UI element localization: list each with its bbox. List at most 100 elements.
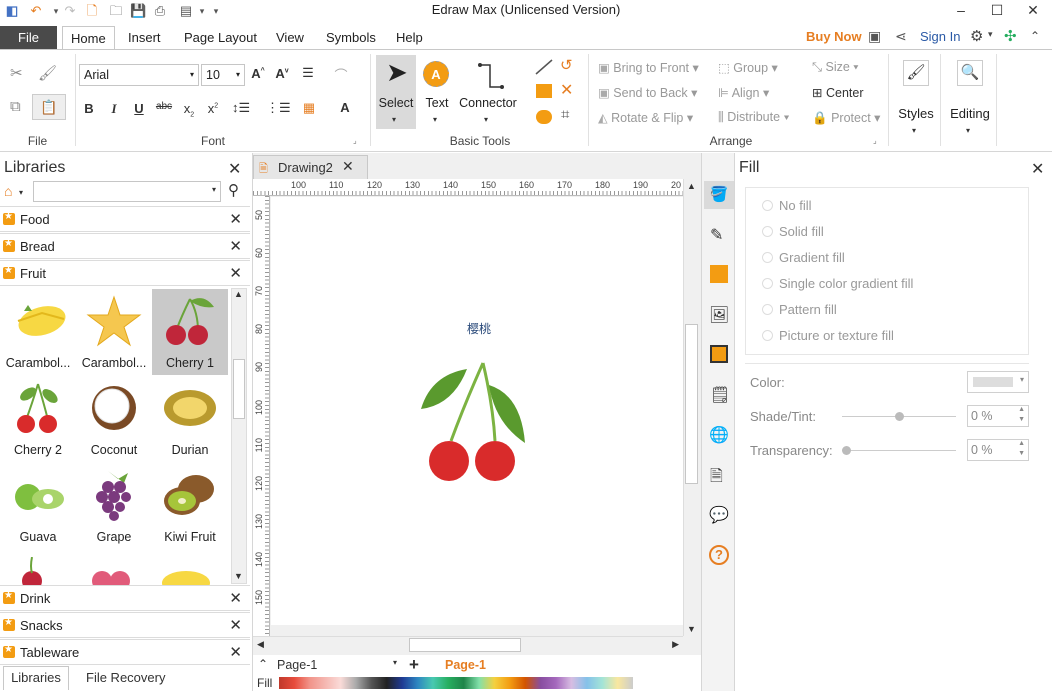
document-tab[interactable]: 🗎 Drawing2 ✕ <box>253 155 368 179</box>
fill-option-gradient[interactable]: Gradient fill <box>762 250 845 265</box>
page-select[interactable]: Page-1 ▾ <box>277 658 397 676</box>
shape-coconut[interactable]: Coconut <box>76 376 152 462</box>
bold-icon[interactable]: B <box>80 101 98 116</box>
tab-view[interactable]: View <box>268 26 312 50</box>
scroll-up-icon[interactable]: ▲ <box>234 289 243 299</box>
library-category-snacks[interactable]: Snacks ✕ <box>0 612 250 638</box>
fill-option-pattern[interactable]: Pattern fill <box>762 302 837 317</box>
cross-tool-icon[interactable]: ✕ <box>560 80 573 100</box>
editing-button[interactable]: 🔍 Editing ▾ <box>946 56 994 138</box>
library-category-drink[interactable]: Drink ✕ <box>0 585 250 611</box>
highlight-icon[interactable]: ▦ <box>300 100 318 116</box>
share-icon[interactable]: ⋖ <box>895 28 907 45</box>
cut-icon[interactable]: ✂ <box>10 64 23 82</box>
tab-home[interactable]: Home <box>62 26 115 50</box>
settings-gear-icon[interactable]: ⚙ <box>970 27 983 45</box>
shrink-font-icon[interactable]: Av <box>273 66 291 81</box>
scroll-down-icon[interactable]: ▼ <box>234 571 243 581</box>
fruit-shape-partial-icon[interactable] <box>160 561 212 585</box>
library-category-bread[interactable]: Bread ✕ <box>0 233 250 259</box>
protect-button[interactable]: 🔒 Protect ▾ <box>812 110 880 126</box>
arrange-dialog-launcher-icon[interactable]: ⌟ <box>873 136 877 145</box>
fruit-shape-partial-icon[interactable] <box>12 557 52 585</box>
shape-carambola-2[interactable]: Carambol... <box>76 289 152 375</box>
group-button[interactable]: ⬚ Group ▾ <box>718 60 778 75</box>
fill-option-no-fill[interactable]: No fill <box>762 198 812 213</box>
close-category-icon[interactable]: ✕ <box>229 643 242 661</box>
close-category-icon[interactable]: ✕ <box>229 616 242 634</box>
close-category-icon[interactable]: ✕ <box>229 264 242 282</box>
comment-icon[interactable]: 💬 <box>709 505 729 525</box>
shape-caption[interactable]: 樱桃 <box>467 320 491 337</box>
color-picker[interactable]: ▾ <box>967 371 1029 393</box>
shape-kiwi[interactable]: Kiwi Fruit <box>152 463 228 549</box>
minimize-button[interactable]: – <box>944 0 978 22</box>
file-menu-button[interactable]: File <box>0 26 57 49</box>
close-libraries-button[interactable]: ✕ <box>228 159 241 179</box>
close-category-icon[interactable]: ✕ <box>229 237 242 255</box>
font-family-select[interactable]: Arial ▾ <box>79 64 199 86</box>
fill-option-single-color-gradient[interactable]: Single color gradient fill <box>762 276 913 291</box>
align-text-icon[interactable]: ☰ <box>299 65 317 81</box>
distribute-button[interactable]: ⫼ Distribute ▾ <box>718 110 790 125</box>
font-dialog-launcher-icon[interactable]: ⌟ <box>353 136 357 145</box>
library-category-fruit[interactable]: Fruit ✕ <box>0 260 250 286</box>
close-category-icon[interactable]: ✕ <box>229 589 242 607</box>
fruit-shape-partial-icon[interactable] <box>86 557 136 585</box>
size-button[interactable]: ⤡ Size ▾ <box>812 60 859 75</box>
italic-icon[interactable]: I <box>105 101 123 117</box>
shape-cherry-2[interactable]: Cherry 2 <box>0 376 76 462</box>
shape-durian[interactable]: Durian <box>152 376 228 462</box>
buy-now-link[interactable]: Buy Now <box>806 29 862 44</box>
ellipse-tool-icon[interactable] <box>536 110 552 124</box>
maximize-button[interactable]: ☐ <box>980 0 1014 22</box>
collapse-pages-icon[interactable]: ⌃ <box>258 657 268 671</box>
page-tab-page-1[interactable]: Page-1 <box>445 658 486 672</box>
shape-carambola-1[interactable]: Carambol... <box>0 289 76 375</box>
bring-to-front-button[interactable]: ▣ Bring to Front ▾ <box>598 60 699 75</box>
text-curve-icon[interactable]: ⌒ <box>332 65 350 84</box>
tab-file-recovery[interactable]: File Recovery <box>78 668 173 690</box>
add-page-icon[interactable]: + <box>409 655 419 675</box>
fill-panel-icon[interactable]: 🪣 <box>704 181 734 209</box>
close-fill-panel-button[interactable]: ✕ <box>1031 159 1044 179</box>
library-category-food[interactable]: Food ✕ <box>0 206 250 232</box>
connector-tool-button[interactable]: Connector ▾ <box>456 55 520 129</box>
canvas-horizontal-scrollbar[interactable]: ◀ ▶ <box>253 636 683 653</box>
drawing-page[interactable]: 樱桃 <box>271 197 683 625</box>
tab-libraries[interactable]: Libraries <box>3 666 69 690</box>
slider-handle[interactable] <box>895 412 904 421</box>
center-button[interactable]: ⊞ Center <box>812 85 864 100</box>
close-window-button[interactable]: ✕ <box>1016 0 1050 22</box>
search-icon[interactable]: ⚲ <box>228 181 239 199</box>
chevron-down-icon[interactable]: ▾ <box>19 188 23 197</box>
scroll-up-icon[interactable]: ▲ <box>687 181 696 191</box>
transparency-slider[interactable] <box>842 446 956 455</box>
shadow-icon[interactable] <box>710 265 728 283</box>
stepper-arrows-icon[interactable]: ▲ ▼ <box>1018 405 1025 425</box>
transparency-stepper[interactable]: 0 % ▲ ▼ <box>967 439 1029 461</box>
rotate-flip-button[interactable]: ◭ Rotate & Flip ▾ <box>598 110 693 125</box>
line-spacing-icon[interactable]: ↕☰ <box>232 100 250 116</box>
fill-option-solid[interactable]: Solid fill <box>762 224 824 239</box>
shape-grape[interactable]: Grape <box>76 463 152 549</box>
stepper-arrows-icon[interactable]: ▲ ▼ <box>1018 439 1025 459</box>
align-button[interactable]: ⊫ Align ▾ <box>718 85 769 100</box>
line-tool-icon[interactable] <box>534 58 554 76</box>
shade-tint-stepper[interactable]: 0 % ▲ ▼ <box>967 405 1029 427</box>
library-category-tableware[interactable]: Tableware ✕ <box>0 639 250 665</box>
collapse-ribbon-icon[interactable]: ⌃ <box>1030 29 1040 43</box>
shape-cherry-1[interactable]: Cherry 1 <box>152 289 228 375</box>
styles-button[interactable]: 🖌 Styles ▾ <box>894 56 938 138</box>
globe-icon[interactable]: 🌐 <box>709 425 729 445</box>
grow-font-icon[interactable]: A^ <box>249 66 267 81</box>
settings-dropdown-icon[interactable]: ▾ <box>988 29 993 40</box>
scrollbar-thumb[interactable] <box>233 359 245 419</box>
underline-icon[interactable]: U <box>130 101 148 116</box>
edraw-cube-icon[interactable]: ✣ <box>1004 27 1017 45</box>
tab-help[interactable]: Help <box>388 26 431 50</box>
help-icon[interactable]: ? <box>709 545 729 565</box>
tab-page-layout[interactable]: Page Layout <box>176 26 265 50</box>
crop-tool-icon[interactable]: ⌗ <box>561 106 569 123</box>
fill-option-picture-texture[interactable]: Picture or texture fill <box>762 328 894 343</box>
